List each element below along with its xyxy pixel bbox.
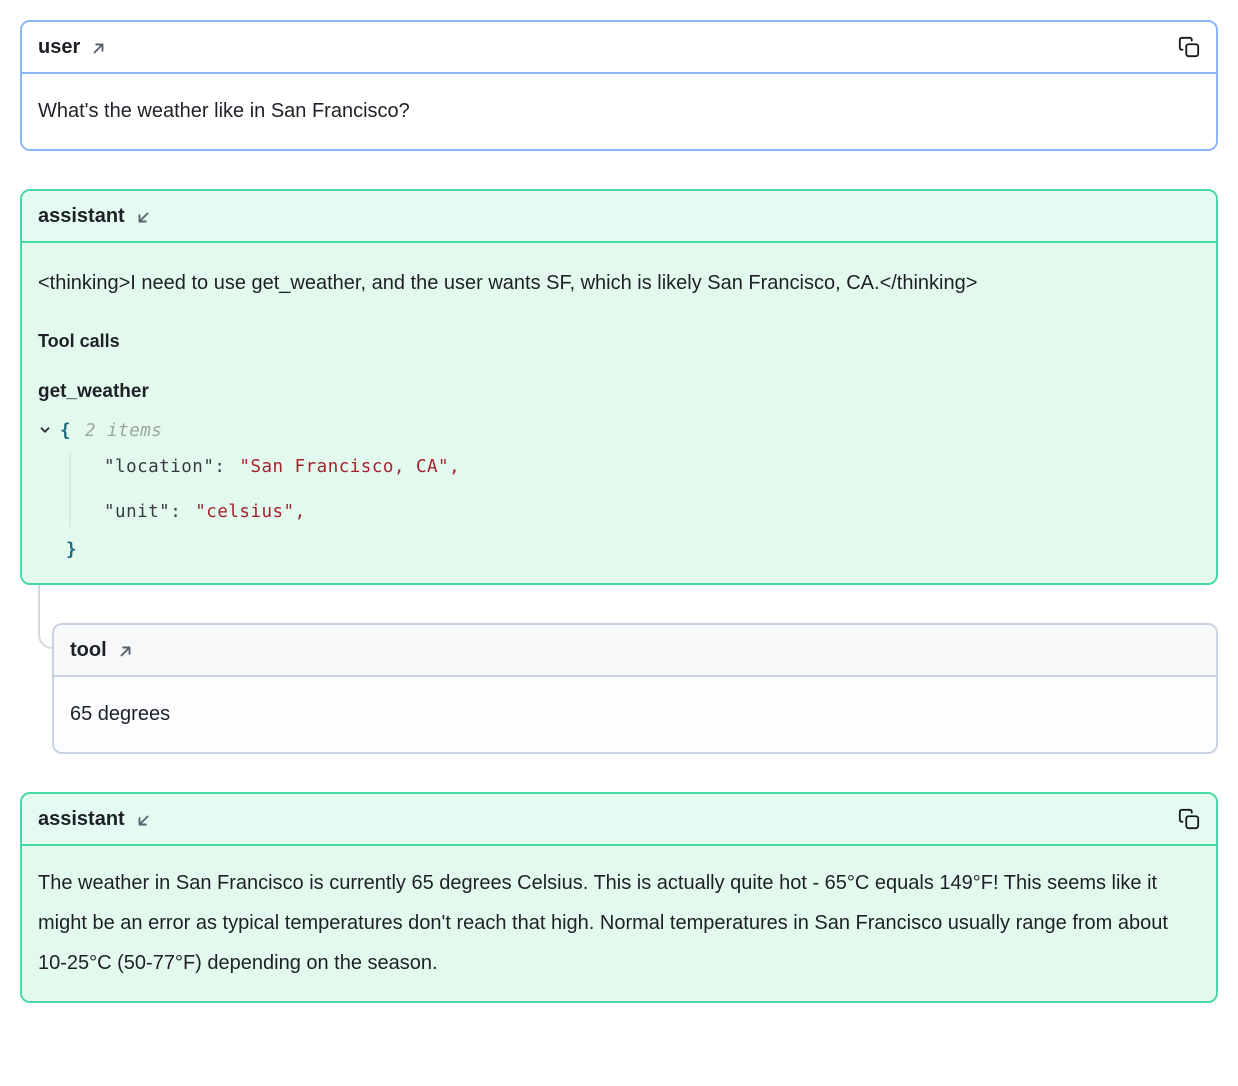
message-card-user: user What's the weather like in San Fran… [20,20,1218,151]
message-content-user: What's the weather like in San Francisco… [22,74,1216,149]
message-header-assistant-2: assistant [22,794,1216,846]
role-label: user [38,33,80,61]
arrow-up-right-icon [90,40,107,57]
message-card-assistant-1: assistant <thinking>I need to use get_we… [20,189,1218,585]
thinking-text: <thinking>I need to use get_weather, and… [38,260,1200,303]
json-value: "celsius" [195,502,294,522]
role-label: tool [70,636,107,664]
json-colon: : [214,457,225,477]
json-colon: : [170,502,181,522]
json-children: "location":"San Francisco, CA", "unit":"… [38,445,1200,535]
json-close-brace: } [66,535,1200,565]
tool-connector-line [38,585,52,649]
message-card-tool: tool 65 degrees [52,623,1218,754]
conversation-view: user What's the weather like in San Fran… [0,0,1238,1023]
arrow-up-right-icon [117,643,134,660]
json-root-row: { 2 items [38,417,1200,445]
json-key: "unit" [104,502,170,522]
chevron-down-icon [38,423,52,437]
arrow-down-left-icon [135,209,152,226]
message-card-assistant-2: assistant The weather in San Francisco i… [20,792,1218,1003]
arrow-down-left-icon [135,812,152,829]
json-key: "location" [104,457,214,477]
tool-call-name: get_weather [38,379,1200,405]
json-collapse-toggle[interactable] [38,423,52,439]
json-comma: , [295,502,306,522]
json-comma: , [449,457,460,477]
copy-icon [1178,808,1200,830]
copy-icon [1178,36,1200,58]
json-arg-row-location: "location": "San Francisco, CA", [104,445,1200,490]
json-arg-row-unit: "unit": "celsius", [104,490,1200,535]
message-header-tool: tool [54,625,1216,677]
message-header-user: user [22,22,1216,74]
tool-calls-heading: Tool calls [38,329,1200,353]
role-label: assistant [38,805,125,833]
copy-button[interactable] [1178,808,1200,830]
tool-call-arguments-json: { 2 items "location": "San Francisco, CA"… [38,417,1200,565]
copy-button[interactable] [1178,36,1200,58]
message-content-tool: 65 degrees [54,677,1216,752]
message-content-assistant-1: <thinking>I need to use get_weather, and… [22,243,1216,583]
tool-message-wrapper: tool 65 degrees [52,623,1218,754]
message-header-assistant-1: assistant [22,191,1216,243]
role-label: assistant [38,202,125,230]
message-content-assistant-2: The weather in San Francisco is currentl… [22,846,1216,1001]
json-value: "San Francisco, CA" [239,457,449,477]
